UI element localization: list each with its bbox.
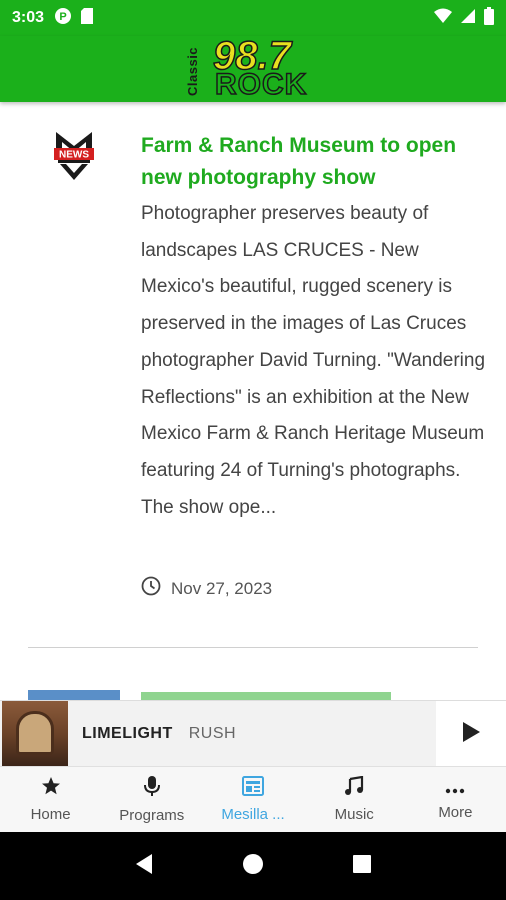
more-icon bbox=[445, 779, 465, 798]
system-navigation-bar bbox=[0, 832, 506, 900]
play-button[interactable] bbox=[436, 700, 506, 767]
star-icon bbox=[41, 776, 61, 800]
clock-icon bbox=[141, 576, 161, 601]
nav-label-mesilla: Mesilla ... bbox=[221, 806, 285, 823]
album-art[interactable] bbox=[2, 700, 68, 767]
nav-label-more: More bbox=[438, 803, 473, 821]
nav-item-programs[interactable]: Programs bbox=[101, 767, 202, 832]
article-date: Nov 27, 2023 bbox=[141, 576, 272, 601]
article-list[interactable]: NEWS Farm & Ranch Museum to open new pho… bbox=[0, 102, 506, 700]
track-artist: RUSH bbox=[188, 724, 237, 742]
home-circle-icon[interactable] bbox=[242, 853, 264, 879]
article-date-text: Nov 27, 2023 bbox=[171, 578, 273, 598]
nav-label-home: Home bbox=[30, 806, 71, 823]
back-icon[interactable] bbox=[134, 853, 154, 879]
nav-label-programs: Programs bbox=[119, 807, 185, 824]
cell-signal-icon bbox=[460, 8, 476, 28]
app-notification-icon: P bbox=[54, 7, 72, 29]
app-header: Classic 98.7 ROCK bbox=[0, 33, 506, 102]
svg-text:P: P bbox=[59, 11, 66, 23]
divider bbox=[28, 647, 478, 648]
battery-icon bbox=[484, 7, 494, 29]
microphone-icon bbox=[143, 775, 160, 801]
track-title: LIMELIGHT bbox=[82, 724, 173, 742]
nav-label-music: Music bbox=[334, 806, 374, 823]
news-source-logo: NEWS bbox=[52, 130, 96, 182]
nav-item-mesilla[interactable]: Mesilla ... bbox=[202, 767, 303, 832]
bottom-navigation: Home Programs Mesilla ... Music More bbox=[0, 766, 506, 832]
news-icon bbox=[242, 776, 264, 800]
logo-rock-text: ROCK bbox=[214, 67, 308, 102]
svg-text:NEWS: NEWS bbox=[59, 150, 89, 161]
play-icon bbox=[461, 721, 481, 747]
status-time: 3:03 bbox=[12, 9, 45, 26]
nav-item-more[interactable]: More bbox=[405, 767, 506, 832]
music-note-icon bbox=[344, 775, 364, 800]
nav-item-music[interactable]: Music bbox=[304, 767, 405, 832]
next-article-thumbnail[interactable] bbox=[28, 690, 120, 700]
recents-icon[interactable] bbox=[352, 854, 372, 878]
status-bar: 3:03 P bbox=[0, 0, 506, 36]
article-title[interactable]: Farm & Ranch Museum to open new photogra… bbox=[141, 130, 481, 194]
nav-item-home[interactable]: Home bbox=[0, 767, 101, 832]
now-playing-bar[interactable]: LIMELIGHT RUSH bbox=[0, 700, 506, 767]
logo-classic-text: Classic bbox=[185, 46, 200, 96]
sd-card-icon bbox=[80, 7, 94, 29]
next-article-title[interactable] bbox=[141, 692, 391, 700]
station-logo[interactable]: Classic 98.7 ROCK bbox=[183, 33, 323, 102]
article-excerpt: Photographer preserves beauty of landsca… bbox=[141, 203, 486, 518]
wifi-icon bbox=[434, 8, 452, 28]
